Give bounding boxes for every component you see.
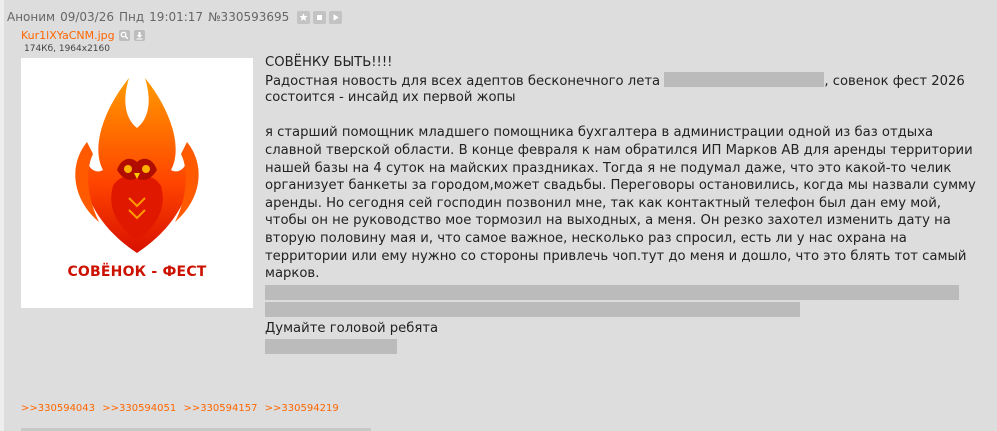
message-para-line: марков. [265,266,320,282]
reply-links: >>330594043 >>330594051 >>330594157 >>33… [21,403,343,414]
play-icon[interactable] [329,10,343,24]
star-icon[interactable] [297,10,311,24]
message-line-2: состоится - инсайд их первой жопы [265,90,516,106]
logo-caption: СОВЁНОК - ФЕСТ [67,264,207,280]
stop-icon[interactable] [313,10,327,24]
message-para-line: вторую половину мая и, что самое важное,… [265,230,907,246]
message-para-line: организует банкеты за городом,может свад… [265,178,976,194]
message-title: СОВЁНКУ БЫТЬ!!!! [265,55,393,70]
download-icon[interactable] [133,29,145,41]
redacted-spoiler-block[interactable] [265,339,397,355]
post-message: СОВЁНКУ БЫТЬ!!!! Радостная новость для в… [265,54,976,355]
reply-link[interactable]: >>330594219 [265,403,339,414]
message-line-1: Радостная новость для всех адептов беско… [265,71,965,90]
post-weekday: Пнд [119,10,145,24]
post-author: Аноним [7,10,56,24]
post-number[interactable]: №330593695 [208,10,289,24]
message-line-1-start: Радостная новость для всех адептов беско… [265,73,661,89]
reply-link[interactable]: >>330594043 [21,403,95,414]
message-line-1-end: , совенок фест 2026 [824,73,965,89]
post-time: 19:01:17 [149,10,204,24]
redacted-spoiler-block[interactable] [265,284,959,300]
message-para-line: аренды. Но сегодня сей господин позвонил… [265,195,941,211]
message-para-line: территории или ему нужно со стороны прив… [265,248,967,264]
redacted-spoiler-block[interactable] [265,301,800,317]
message-closing: Думайте головой ребята [265,320,439,336]
file-name-link[interactable]: Kur1lXYaCNM.jpg [21,29,115,42]
message-para-line: чтобы он не руководство мое тормозил на … [265,213,951,229]
search-icon[interactable] [118,29,130,41]
file-name-row: Kur1lXYaCNM.jpg [21,28,145,42]
message-para-line: славной тверской области. В конце феврал… [265,142,973,158]
message-para-line: нашей базы на 4 суток на майских праздни… [265,160,952,176]
reply-link[interactable]: >>330594157 [183,403,257,414]
message-para-line: я старший помощник младшего помощника бу… [265,125,934,141]
reply-link[interactable]: >>330594051 [102,403,176,414]
file-info: 174Кб, 1964x2160 [24,44,110,54]
post-header: Аноним 09/03/26 Пнд 19:01:17 №330593695 [7,9,343,25]
post-image-thumbnail[interactable]: СОВЁНОК - ФЕСТ [21,58,253,308]
post-date: 09/03/26 [60,10,114,24]
redacted-spoiler-inline[interactable] [664,71,825,87]
